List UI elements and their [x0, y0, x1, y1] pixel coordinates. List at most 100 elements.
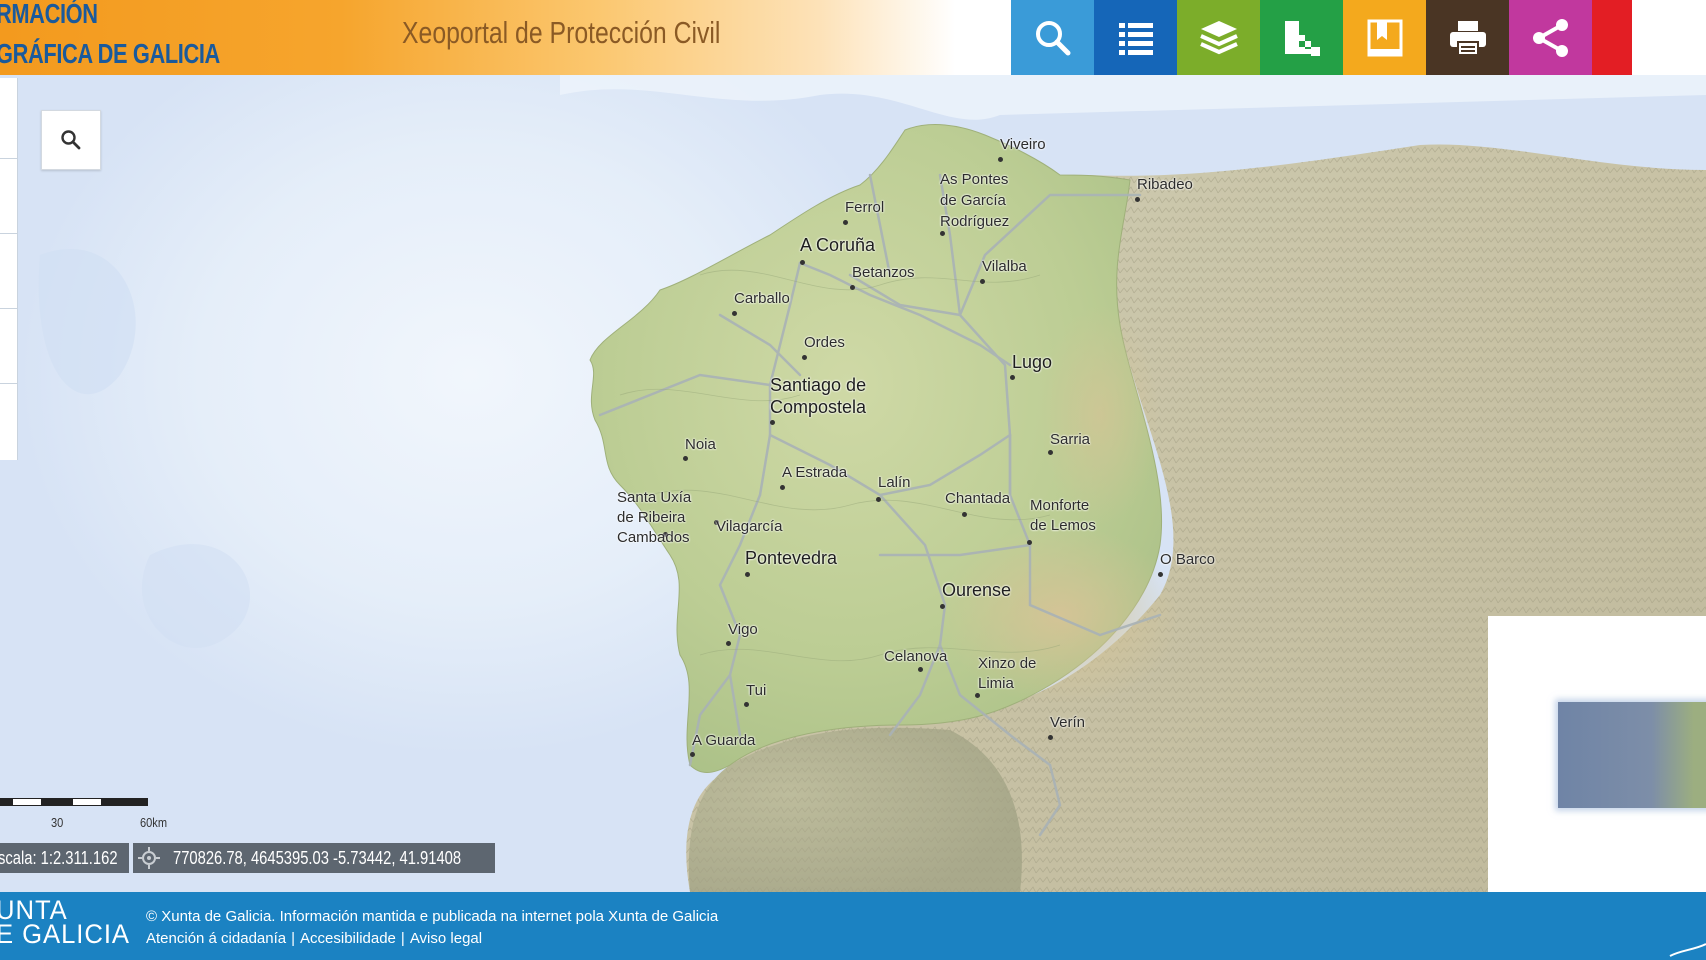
wave-decoration-icon	[1669, 943, 1706, 957]
city-dot	[962, 512, 967, 517]
separator: |	[291, 930, 296, 947]
rail-divider	[0, 233, 17, 234]
xunta-logo-line-2: E GALICIA	[0, 919, 130, 949]
app-window: RMACIÓN GRÁFICA DE GALICIA Xeoportal de …	[0, 0, 1706, 960]
overview-map[interactable]	[1488, 616, 1706, 892]
print-icon	[1449, 20, 1486, 56]
city-label-ribeira: de Ribeira	[617, 509, 686, 526]
header: RMACIÓN GRÁFICA DE GALICIA Xeoportal de …	[0, 0, 1706, 892]
scale-bar	[0, 798, 150, 812]
crosshair-icon[interactable]	[137, 846, 161, 870]
city-label-ribadeo: Ribadeo	[1137, 176, 1193, 193]
city-dot	[876, 497, 881, 502]
link-aviso-legal[interactable]: Aviso legal	[410, 930, 482, 947]
bookmark-icon	[1367, 19, 1402, 56]
rail-divider	[0, 158, 17, 159]
grid-icon	[1284, 20, 1320, 56]
search-tool-button[interactable]	[1011, 0, 1094, 75]
city-dot	[770, 420, 775, 425]
footer-text: © Xunta de Galicia. Información mantida …	[146, 906, 718, 950]
city-label-ourense: Ourense	[942, 580, 1012, 600]
grid-tool-button[interactable]	[1260, 0, 1343, 75]
scale-segment	[72, 798, 102, 806]
city-label-vigo: Vigo	[728, 621, 758, 638]
city-dot	[690, 752, 695, 757]
city-dot	[1048, 450, 1053, 455]
city-dot	[843, 220, 848, 225]
city-label-as-pontes: Rodríguez	[940, 213, 1010, 230]
map-search-button[interactable]	[41, 110, 101, 170]
footer: UNTA E GALICIA © Xunta de Galicia. Infor…	[0, 892, 1706, 960]
scale-segment	[12, 798, 42, 806]
overview-map-thumbnail[interactable]	[1558, 702, 1706, 808]
list-icon	[1118, 22, 1153, 55]
city-label-verin: Verín	[1050, 714, 1086, 731]
city-dot	[1010, 375, 1015, 380]
brand-line-2: GRÁFICA DE GALICIA	[0, 38, 220, 69]
xunta-logo[interactable]: UNTA E GALICIA	[0, 897, 130, 949]
city-dot	[980, 279, 985, 284]
bookmark-button[interactable]	[1343, 0, 1426, 75]
brand-line-1: RMACIÓN	[0, 0, 98, 29]
city-dot	[940, 231, 945, 236]
layers-button[interactable]	[1177, 0, 1260, 75]
city-label-ribeira: Santa Uxía	[617, 489, 692, 506]
link-accesibilidade[interactable]: Accesibilidade	[300, 930, 396, 947]
scale-text: scala: 1:2.311.162	[0, 848, 118, 868]
link-atencion-cidadania[interactable]: Atención á cidadanía	[146, 930, 286, 947]
footer-links: Atención á cidadanía | Accesibilidade | Avis…	[146, 928, 718, 950]
scale-label-30: 30	[51, 815, 64, 830]
city-dot	[802, 355, 807, 360]
copyright-text: © Xunta de Galicia. Información mantida …	[146, 908, 719, 925]
rail-divider	[0, 308, 17, 309]
search-icon	[61, 130, 81, 150]
separator: |	[400, 930, 405, 947]
city-dot	[975, 693, 980, 698]
city-label-vilagarcia: Vilagarcía	[716, 518, 783, 535]
city-dot	[780, 485, 785, 490]
city-label-lalin: Lalín	[878, 474, 911, 491]
city-label-a-guarda: A Guarda	[692, 732, 756, 749]
layers-icon	[1199, 20, 1238, 54]
city-label-a-coruna: A Coruña	[800, 235, 876, 255]
city-dot	[918, 667, 923, 672]
city-label-vilalba: Vilalba	[982, 258, 1027, 275]
city-dot	[850, 285, 855, 290]
city-label-chantada: Chantada	[945, 490, 1011, 507]
city-label-santiago: Compostela	[770, 397, 867, 417]
coordinates-indicator: 770826.78, 4645395.03 -5.73442, 41.91408	[133, 843, 495, 873]
city-dot	[1048, 735, 1053, 740]
city-dot	[726, 641, 731, 646]
share-button[interactable]	[1509, 0, 1592, 75]
toolbar	[1011, 0, 1706, 892]
city-label-o-barco: O Barco	[1160, 551, 1216, 568]
city-label-a-estrada: A Estrada	[782, 464, 848, 481]
scale-label-60km: 60km	[140, 815, 168, 830]
city-label-celanova: Celanova	[884, 648, 948, 665]
scale-segment	[102, 798, 148, 806]
city-dot	[940, 604, 945, 609]
map-scale-indicator: scala: 1:2.311.162	[0, 843, 129, 873]
map-view[interactable]: Viveiro Ribadeo As Pontes de García Rodr…	[0, 75, 1706, 892]
city-label-lugo: Lugo	[1012, 352, 1053, 372]
extra-tool-button[interactable]	[1592, 0, 1632, 75]
print-button[interactable]	[1426, 0, 1509, 75]
rail-divider	[0, 383, 17, 384]
city-dot	[745, 572, 750, 577]
list-button[interactable]	[1094, 0, 1177, 75]
city-dot	[1158, 572, 1163, 577]
city-label-as-pontes: As Pontes	[940, 171, 1009, 188]
city-label-pontevedra: Pontevedra	[745, 548, 838, 568]
city-label-xinzo: Limia	[978, 675, 1014, 692]
city-label-monforte: de Lemos	[1030, 517, 1096, 534]
city-label-viveiro: Viveiro	[1000, 136, 1046, 153]
city-label-ordes: Ordes	[804, 334, 845, 351]
city-label-xinzo: Xinzo de	[978, 655, 1037, 672]
city-dot	[1027, 540, 1032, 545]
map-controls-rail	[0, 78, 18, 460]
search-icon	[1035, 20, 1070, 55]
city-label-carballo: Carballo	[734, 290, 790, 307]
city-label-santiago: Santiago de	[770, 375, 867, 395]
city-label-sarria: Sarria	[1050, 431, 1091, 448]
brand-logo[interactable]: RMACIÓN GRÁFICA DE GALICIA	[0, 0, 220, 74]
